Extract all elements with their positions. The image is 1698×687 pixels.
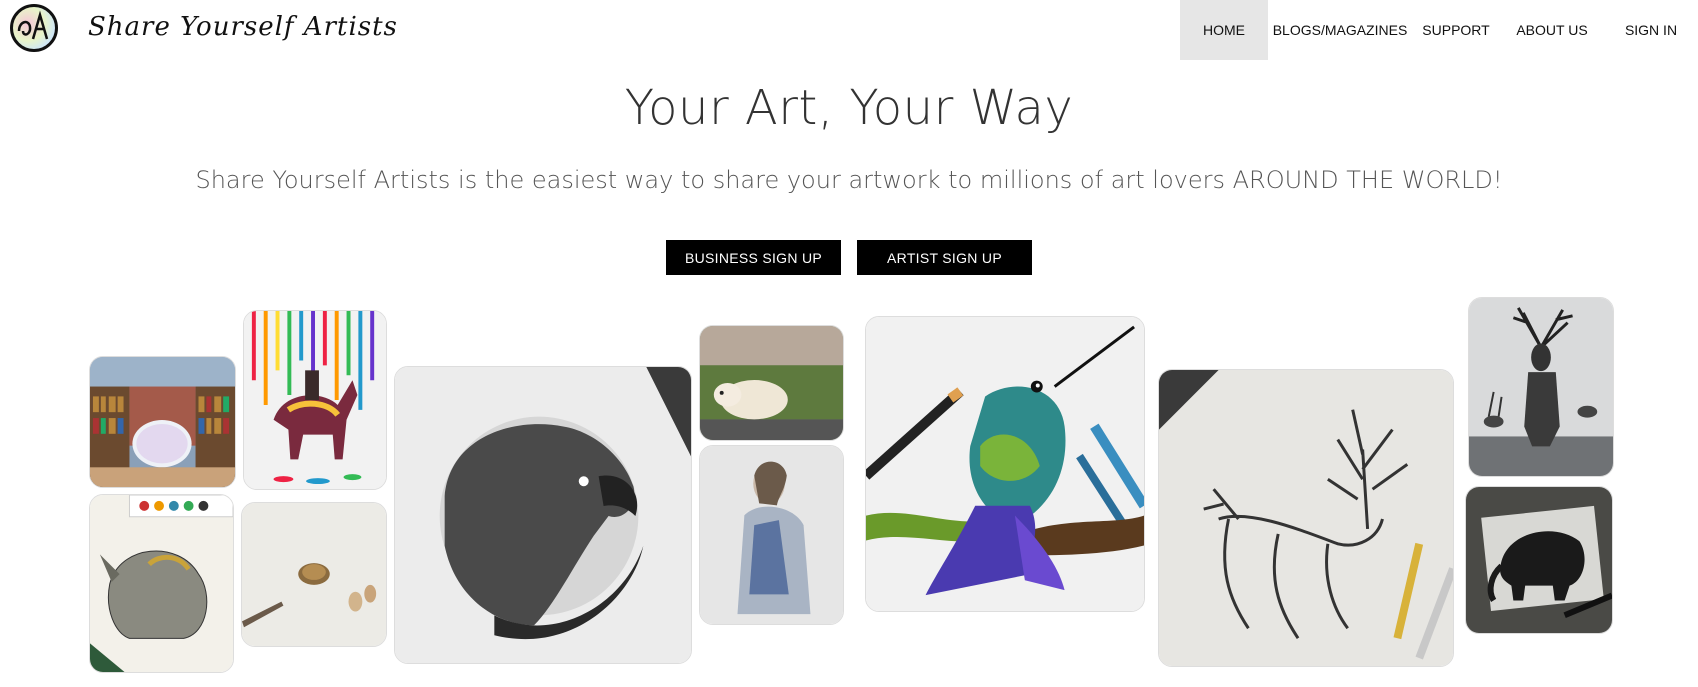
unicorn-painting-image	[244, 311, 386, 489]
tree-deer-drawing-image	[1159, 370, 1453, 666]
gallery-tile-tree-deer-drawing[interactable]	[1158, 369, 1454, 667]
eagle-stipple-drawing-image	[395, 367, 691, 663]
gallery-tile-rhino-sketch[interactable]	[89, 494, 234, 673]
site-header: Share Yourself Artists HOME BLOGS/MAGAZI…	[0, 0, 1698, 60]
gallery-tile-hummingbird-drawing[interactable]	[865, 316, 1145, 612]
hero-subtitle: Share Yourself Artists is the easiest wa…	[195, 166, 1503, 194]
elephant-ink-drawing-image	[1466, 487, 1612, 633]
gallery-tile-eagle-stipple-drawing[interactable]	[394, 366, 692, 664]
nav-support[interactable]: SUPPORT	[1412, 0, 1500, 60]
nav-home[interactable]: HOME	[1180, 0, 1268, 60]
gallery-tile-elephant-ink-drawing[interactable]	[1465, 486, 1613, 634]
nav-about-us[interactable]: ABOUT US	[1500, 0, 1604, 60]
gallery-tile-deer-man-drawing[interactable]	[1468, 297, 1614, 477]
nav-blogs-magazines[interactable]: BLOGS/MAGAZINES	[1268, 0, 1412, 60]
artist-monogram-logo[interactable]	[10, 4, 58, 52]
polar-bear-mural-image	[700, 326, 843, 440]
brand-name[interactable]: Share Yourself Artists	[88, 12, 398, 42]
business-sign-up-button[interactable]: BUSINESS SIGN UP	[666, 240, 841, 275]
hero-title: Your Art, Your Way	[624, 80, 1074, 136]
rhino-sketch-image	[90, 495, 233, 672]
library-painting-image	[90, 357, 235, 487]
turtle-painting-image	[242, 503, 386, 646]
main-nav: HOME BLOGS/MAGAZINES SUPPORT ABOUT US SI…	[1180, 0, 1698, 60]
nav-sign-in[interactable]: SIGN IN	[1604, 0, 1698, 60]
deer-man-drawing-image	[1469, 298, 1613, 476]
gallery-tile-library-painting[interactable]	[89, 356, 236, 488]
gallery-tile-turtle-painting[interactable]	[241, 502, 387, 647]
hummingbird-drawing-image	[866, 317, 1144, 611]
gallery-tile-woman-pencil-drawing[interactable]	[699, 445, 844, 625]
woman-pencil-drawing-image	[700, 446, 843, 624]
gallery-tile-polar-bear-mural[interactable]	[699, 325, 844, 441]
gallery-tile-unicorn-painting[interactable]	[243, 310, 387, 490]
artist-sign-up-button[interactable]: ARTIST SIGN UP	[857, 240, 1032, 275]
